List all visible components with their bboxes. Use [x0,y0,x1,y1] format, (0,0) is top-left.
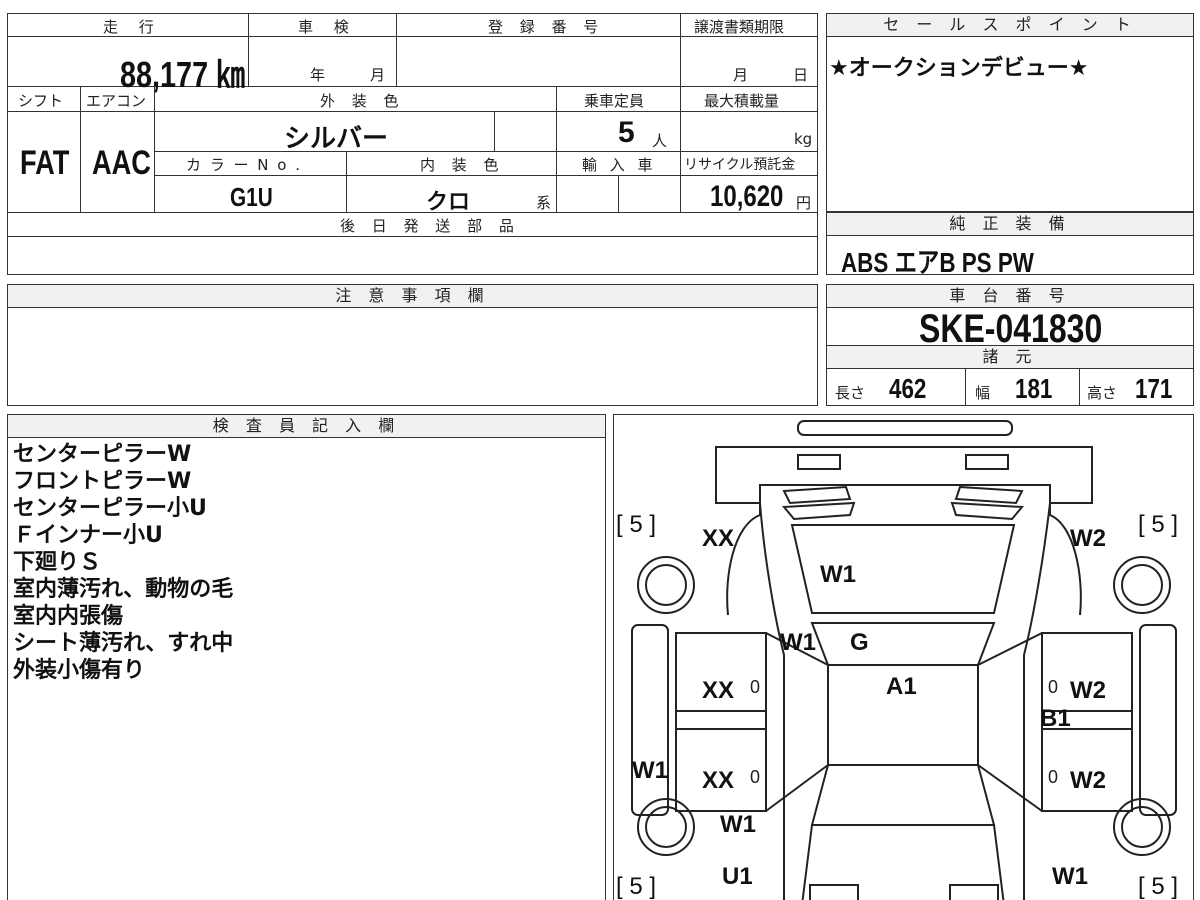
mark-hood: W1 [820,561,856,588]
shift-value: FAT [20,144,70,182]
mark-front-left-fender: XX [702,525,735,552]
shaken-label: 車 検 [298,18,357,36]
note-line: Ｆインナー小U [13,523,163,548]
ac-label: エアコン [86,92,147,110]
vehicle-info-table: 走 行 車 検 登 録 番 号 譲渡書類期限 88,177 ㎞ 年 月 月 日 … [7,13,818,275]
length-label: 長さ [835,384,866,402]
equipment-label: 純 正 装 備 [827,213,1193,236]
equipment-text: ABS エアB PS PW [841,247,1034,278]
mark-left-rear-door: XX [702,767,735,794]
shaken-month: 月 [370,66,386,84]
chassis-label: 車 台 番 号 [827,285,1193,308]
ext-color-label: 外 装 色 [320,92,405,110]
note-line: 外装小傷有り [13,658,146,683]
note-line: 室内薄汚れ、動物の毛 [13,577,234,602]
tire-front-right: [ 5 ] [1138,511,1179,538]
shift-label: シフト [18,92,64,110]
capacity-unit: 人 [652,132,668,150]
tire-rear-left: [ 5 ] [616,873,657,900]
note-line: シート薄汚れ、すれ中 [13,631,234,656]
transfer-month: 月 [733,66,749,84]
color-no-label: カ ラ ー N o . [186,156,303,174]
recycle-unit: 円 [796,194,812,212]
mark-left-rear: U1 [722,863,753,890]
mark-left-quarter: W1 [720,811,756,838]
inspector-notes: センターピラーW フロントピラーW センターピラー小U Ｆインナー小U 下廻りＳ… [13,441,233,684]
shaken-year: 年 [310,66,326,84]
note-line: フロントピラーW [13,469,192,494]
capacity-value: 5 [618,116,635,149]
ac-value: AAC [92,144,151,182]
width-label: 幅 [975,384,991,402]
sales-point-text: ★オークションデビュー★ [829,56,1089,81]
car-outline [631,420,1177,900]
caution-box: 注 意 事 項 欄 [7,284,818,406]
equipment-box: 純 正 装 備 ABS エアB PS PW [826,212,1194,278]
later-parts-label: 後 日 発 送 部 品 [340,217,520,235]
max-load-label: 最大積載量 [704,92,780,110]
sales-point-box: セ ー ル ス ポ イ ン ト ★オークションデビュー★ [826,13,1194,212]
caution-label: 注 意 事 項 欄 [8,285,817,308]
mark-front-right-fender: W2 [1070,525,1106,552]
zero-left-front: 0 [750,677,761,697]
mark-left-rocker: W1 [632,757,668,784]
mark-left-front-door: XX [702,677,735,704]
mark-left-pillar: W1 [780,629,816,656]
sales-point-label: セ ー ル ス ポ イ ン ト [827,14,1193,37]
mark-right-front-door: W2 [1070,677,1106,704]
max-load-unit: kg [794,130,813,148]
mark-windshield: G [850,629,869,656]
zero-right-rear: 0 [1048,767,1059,787]
inspector-box: 検 査 員 記 入 欄 センターピラーW フロントピラーW センターピラー小U … [7,414,606,900]
height-label: 高さ [1087,384,1118,402]
specs-label: 諸 元 [827,345,1193,369]
note-line: センターピラーW [13,442,192,467]
mark-right-rear-door: W2 [1070,767,1106,794]
inspector-label: 検 査 員 記 入 欄 [8,415,605,438]
tire-front-left: [ 5 ] [616,511,657,538]
mileage-label: 走 行 [103,18,162,36]
note-line: センターピラー小U [13,496,207,521]
height-value: 171 [1135,373,1173,404]
zero-right-front: 0 [1048,677,1059,697]
width-value: 181 [1015,373,1053,404]
zero-left-rear: 0 [750,767,761,787]
ext-color-value: シルバー [284,123,389,153]
mark-right-rear: W1 [1052,863,1088,890]
registration-label: 登 録 番 号 [488,18,605,36]
int-color-label: 内 装 色 [420,156,505,174]
recycle-label: リサイクル預託金 [684,157,796,173]
damage-diagram: [ 5 ] [ 5 ] [ 5 ] [ 5 ] XX W1 W2 W1 G A1… [613,414,1194,900]
mark-roof: A1 [886,673,917,700]
tire-rear-right: [ 5 ] [1138,873,1179,900]
chassis-box: 車 台 番 号 SKE-041830 諸 元 長さ 462 幅 181 高さ 1… [826,284,1194,406]
import-label: 輸 入 車 [582,156,657,174]
recycle-value: 10,620 [710,180,784,213]
note-line: 室内内張傷 [13,604,124,629]
length-value: 462 [889,373,927,404]
capacity-label: 乗車定員 [584,92,645,110]
color-no-value: G1U [230,182,273,212]
mark-right-center-pillar: B1 [1040,705,1071,732]
transfer-deadline-label: 譲渡書類期限 [694,18,785,36]
int-color-suffix: 系 [536,194,552,212]
transfer-day: 日 [793,66,809,84]
note-line: 下廻りＳ [13,550,102,575]
